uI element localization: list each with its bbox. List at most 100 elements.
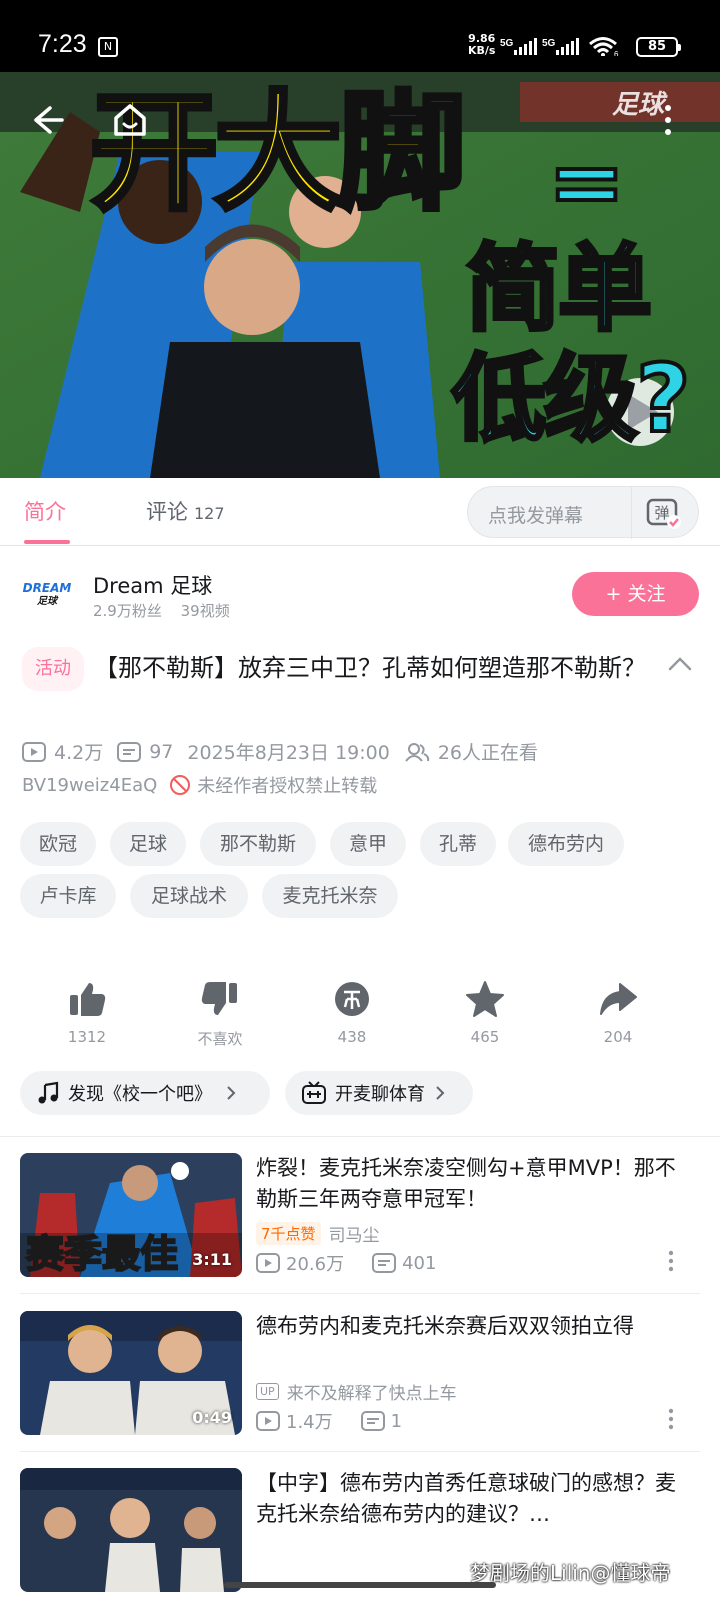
tag-item[interactable]: 足球 <box>110 822 186 866</box>
tag-item[interactable]: 卢卡库 <box>20 874 116 918</box>
tag-item[interactable]: 麦克托米奈 <box>262 874 398 918</box>
danmaku-count-value: 97 <box>149 740 174 763</box>
related-video-thumbnail[interactable]: 赛季最佳 3:11 <box>20 1153 242 1277</box>
more-vertical-icon[interactable] <box>660 102 676 142</box>
music-note-icon <box>38 1081 59 1104</box>
like-badge: 7千点赞 <box>256 1222 321 1245</box>
related-video-duration: 0:49 <box>192 1408 232 1427</box>
danmaku-toggle-icon[interactable]: 弹 <box>646 496 682 530</box>
related-view-count-value: 1.4万 <box>286 1412 333 1433</box>
uploader-video-count: 39视频 <box>180 602 230 620</box>
bvid: BV19weiz4EaQ <box>22 774 158 796</box>
related-danmaku-count-value: 401 <box>402 1252 437 1274</box>
video-title: 活动 【那不勒斯】放弃三中卫？孔蒂如何塑造那不勒斯？ <box>22 647 672 691</box>
signal-icon: 5G <box>500 38 537 55</box>
tab-comments-count: 127 <box>194 504 225 523</box>
people-icon <box>405 742 429 762</box>
video-watermark: 足球 <box>612 90 665 120</box>
related-view-count: 1.4万 <box>256 1408 333 1434</box>
watching-now-value: 26人正在看 <box>437 742 539 764</box>
like-button[interactable]: 1312 <box>42 980 132 1046</box>
tag-item[interactable]: 意甲 <box>330 822 406 866</box>
danmaku-placeholder: 点我发弹幕 <box>488 505 584 527</box>
related-thumb-text: 赛季最佳 <box>26 1232 178 1276</box>
danmaku-input[interactable]: 点我发弹幕 弹 <box>467 486 699 539</box>
uploader-row: DREAM 足球 Dream 足球 2.9万粉丝 39视频 + 关注 <box>0 560 720 630</box>
related-video-item[interactable]: 0:49 德布劳内和麦克托米奈赛后双双领拍立得 UP 来不及解释了快点上车 1.… <box>0 1311 720 1451</box>
star-icon <box>466 981 504 1017</box>
related-thumb-image <box>20 1468 242 1592</box>
chevron-right-icon <box>436 1086 445 1100</box>
home-icon[interactable] <box>110 100 150 140</box>
coin-button[interactable]: 438 <box>307 980 397 1046</box>
dislike-label: 不喜欢 <box>197 1030 243 1048</box>
voice-chat-chip[interactable]: 开麦聊体育 <box>285 1071 473 1115</box>
share-button[interactable]: 204 <box>573 980 663 1046</box>
chat-tv-icon <box>302 1081 326 1104</box>
video-title-block: 活动 【那不勒斯】放弃三中卫？孔蒂如何塑造那不勒斯？ <box>22 647 672 691</box>
related-video-stats: 20.6万 401 <box>256 1250 464 1276</box>
home-indicator[interactable] <box>224 1582 496 1588</box>
share-count: 204 <box>603 1028 633 1046</box>
coin-icon <box>335 982 369 1016</box>
related-video-item[interactable]: 赛季最佳 3:11 炸裂！麦克托米奈凌空侧勾+意甲MVP！那不勒斯三年两夺意甲冠… <box>0 1153 720 1293</box>
dislike-button[interactable]: 不喜欢 <box>175 980 265 1049</box>
back-arrow-icon[interactable] <box>30 102 66 138</box>
related-video-title[interactable]: 炸裂！麦克托米奈凌空侧勾+意甲MVP！那不勒斯三年两夺意甲冠军！ <box>256 1153 686 1215</box>
uploader-avatar-text2: 足球 <box>37 596 57 607</box>
related-video-thumbnail[interactable]: 0:49 <box>20 1311 242 1435</box>
related-video-duration: 3:11 <box>192 1250 232 1269</box>
like-count: 1312 <box>67 1028 107 1046</box>
music-chip[interactable]: 发现《校一个吧》 <box>20 1071 270 1115</box>
thumbs-down-icon <box>201 982 237 1015</box>
uploader-name[interactable]: Dream 足球 <box>93 570 212 600</box>
danmaku-divider <box>631 487 632 539</box>
play-count-icon <box>22 741 46 762</box>
related-video-title[interactable]: 德布劳内和麦克托米奈赛后双双领拍立得 <box>256 1311 686 1342</box>
publish-date: 2025年8月23日 19:00 <box>187 742 390 764</box>
tag-item[interactable]: 欧冠 <box>20 822 96 866</box>
chevron-right-icon <box>227 1086 236 1100</box>
tab-comments[interactable]: 评论 127 <box>146 496 225 526</box>
tag-item[interactable]: 足球战术 <box>130 874 248 918</box>
related-danmaku-count: 401 <box>372 1253 436 1274</box>
play-count-icon <box>256 1411 280 1431</box>
related-video-author-row: 7千点赞 司马尘 <box>256 1221 380 1246</box>
list-divider <box>20 1451 700 1452</box>
uploader-avatar-text1: DREAM <box>22 581 72 595</box>
tab-active-indicator <box>24 540 70 544</box>
chevron-up-icon[interactable] <box>668 655 692 673</box>
section-divider <box>0 1136 720 1137</box>
voice-chat-chip-label: 开麦聊体育 <box>335 1084 425 1105</box>
status-time: 7:23 <box>38 30 87 58</box>
tag-item[interactable]: 德布劳内 <box>508 822 624 866</box>
danmaku-count-icon <box>360 1411 385 1431</box>
signal-icon-2: 5G <box>542 38 579 55</box>
net-speed-unit: KB/s <box>468 44 496 57</box>
share-icon <box>600 983 637 1015</box>
more-vertical-icon[interactable] <box>666 1407 676 1431</box>
tab-intro[interactable]: 简介 <box>24 496 66 526</box>
tag-item[interactable]: 孔蒂 <box>420 822 496 866</box>
view-count: 4.2万 <box>22 738 103 765</box>
related-view-count: 20.6万 <box>256 1250 344 1276</box>
view-count-value: 4.2万 <box>54 742 104 764</box>
related-video-title[interactable]: 【中字】德布劳内首秀任意球破门的感想？麦克托米奈给德布劳内的建议？… <box>256 1468 686 1530</box>
uploader-stats: 2.9万粉丝 39视频 <box>93 600 230 621</box>
uploader-avatar[interactable]: DREAM 足球 <box>22 582 72 610</box>
notification-icon: N <box>98 37 118 57</box>
related-video-author[interactable]: 司马尘 <box>329 1221 380 1246</box>
favorite-button[interactable]: 465 <box>440 980 530 1046</box>
video-title-overlay-3: 低级? <box>450 345 693 454</box>
up-tag: UP <box>256 1383 279 1400</box>
related-video-author[interactable]: 来不及解释了快点上车 <box>287 1379 457 1404</box>
related-video-thumbnail[interactable] <box>20 1468 242 1592</box>
more-vertical-icon[interactable] <box>666 1249 676 1273</box>
video-title-overlay-2: 简单 <box>464 235 654 344</box>
tag-item[interactable]: 那不勒斯 <box>200 822 316 866</box>
related-video-stats: 1.4万 1 <box>256 1408 430 1434</box>
list-divider <box>20 1293 700 1294</box>
follow-button[interactable]: + 关注 <box>572 572 699 616</box>
activity-badge[interactable]: 活动 <box>22 647 84 691</box>
video-player[interactable]: 开大脚 = 简单 低级? 足球 <box>0 72 720 478</box>
